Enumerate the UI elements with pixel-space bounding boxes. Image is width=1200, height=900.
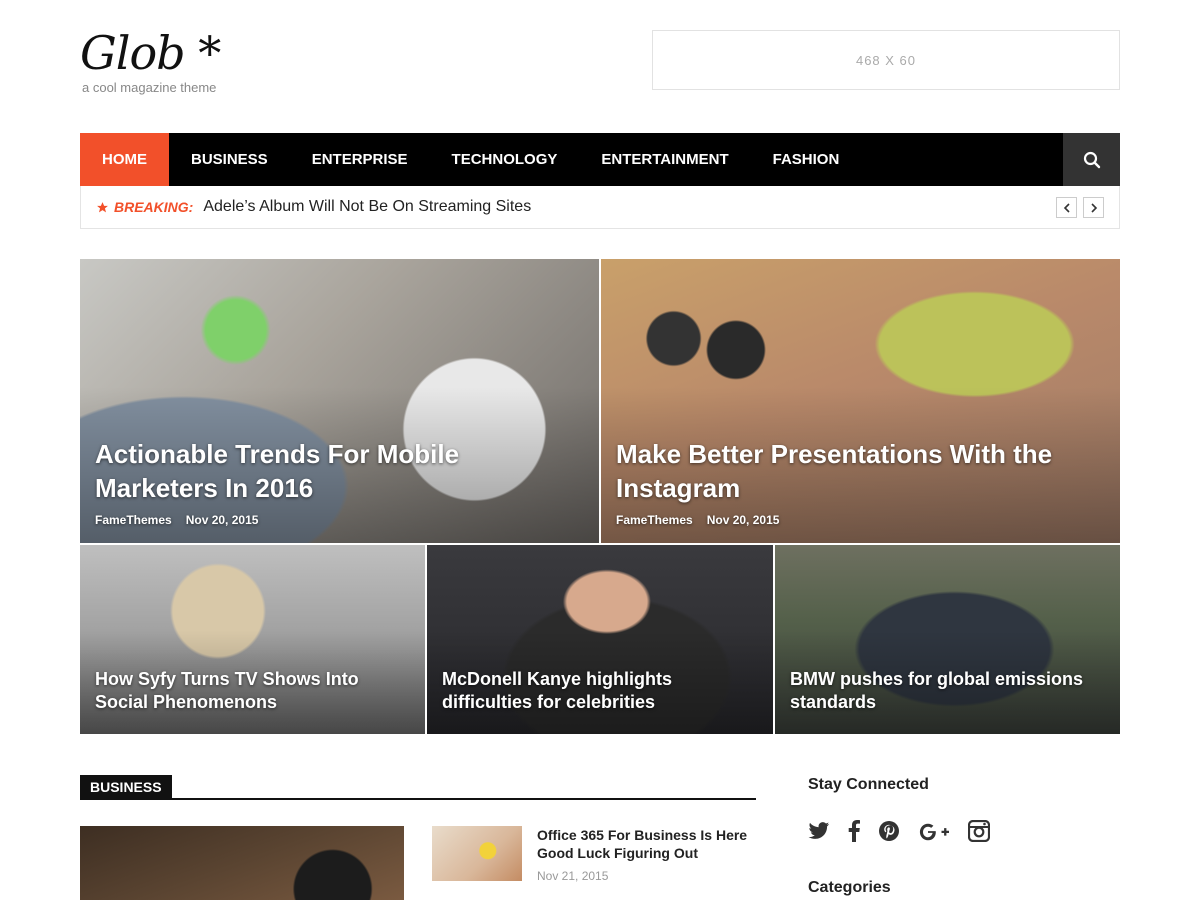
business-item-date: Nov 21, 2015 <box>537 869 609 883</box>
business-item-title[interactable]: Office 365 For Business Is Here Good Luc… <box>537 826 757 862</box>
featured-title[interactable]: BMW pushes for global emissions standard… <box>790 668 1105 714</box>
nav-item-business[interactable]: BUSINESS <box>169 133 290 186</box>
google-plus-icon[interactable] <box>918 818 950 844</box>
featured-title[interactable]: McDonell Kanye highlights difficulties f… <box>442 668 758 714</box>
featured-caption: Actionable Trends For Mobile Marketers I… <box>95 437 584 527</box>
nav-item-technology[interactable]: TECHNOLOGY <box>430 133 580 186</box>
nav-item-fashion[interactable]: FASHION <box>751 133 862 186</box>
search-button[interactable] <box>1063 133 1120 186</box>
breaking-nav <box>1056 197 1104 218</box>
post-date: Nov 20, 2015 <box>706 513 780 527</box>
section-label[interactable]: BUSINESS <box>80 775 172 800</box>
chevron-left-icon <box>1063 202 1070 213</box>
categories-title: Categories <box>808 879 891 896</box>
site-logo[interactable]: Glob * a cool magazine theme <box>80 28 221 95</box>
featured-post-3[interactable]: How Syfy Turns TV Shows Into Social Phen… <box>80 545 425 734</box>
site-title[interactable]: Glob * <box>80 28 221 78</box>
search-icon <box>1083 151 1100 168</box>
featured-post-2[interactable]: Make Better Presentations With the Insta… <box>601 259 1120 543</box>
chevron-right-icon <box>1090 202 1097 213</box>
nav-item-home[interactable]: HOME <box>80 133 169 186</box>
site-tagline: a cool magazine theme <box>82 80 217 95</box>
featured-caption: McDonell Kanye highlights difficulties f… <box>442 668 758 714</box>
instagram-icon[interactable] <box>968 818 990 844</box>
featured-post-5[interactable]: BMW pushes for global emissions standard… <box>775 545 1120 734</box>
post-author[interactable]: FameThemes <box>95 513 172 527</box>
featured-title[interactable]: Actionable Trends For Mobile Marketers I… <box>95 437 584 505</box>
business-section-header: BUSINESS <box>80 775 756 800</box>
breaking-news-bar: BREAKING: Adele’s Album Will Not Be On S… <box>80 186 1120 229</box>
business-item-thumbnail[interactable] <box>432 826 522 881</box>
prev-button[interactable] <box>1056 197 1077 218</box>
featured-caption: Make Better Presentations With the Insta… <box>616 437 1105 527</box>
featured-caption: How Syfy Turns TV Shows Into Social Phen… <box>95 668 410 714</box>
featured-caption: BMW pushes for global emissions standard… <box>790 668 1105 714</box>
next-button[interactable] <box>1083 197 1104 218</box>
breaking-label: BREAKING: <box>96 199 193 215</box>
twitter-icon[interactable] <box>808 818 830 844</box>
post-date: Nov 20, 2015 <box>185 513 259 527</box>
post-meta: FameThemes Nov 20, 2015 <box>616 513 1105 527</box>
star-icon <box>97 201 108 212</box>
social-links <box>808 818 990 844</box>
business-main-image[interactable] <box>80 826 404 900</box>
breaking-headline[interactable]: Adele’s Album Will Not Be On Streaming S… <box>203 198 531 216</box>
ad-banner[interactable]: 468 X 60 <box>652 30 1120 90</box>
nav-item-enterprise[interactable]: ENTERPRISE <box>290 133 430 186</box>
post-author[interactable]: FameThemes <box>616 513 693 527</box>
pinterest-icon[interactable] <box>878 818 900 844</box>
post-meta: FameThemes Nov 20, 2015 <box>95 513 584 527</box>
featured-title[interactable]: How Syfy Turns TV Shows Into Social Phen… <box>95 668 410 714</box>
featured-title[interactable]: Make Better Presentations With the Insta… <box>616 437 1105 505</box>
featured-post-1[interactable]: Actionable Trends For Mobile Marketers I… <box>80 259 599 543</box>
stay-connected-title: Stay Connected <box>808 776 929 793</box>
nav-item-entertainment[interactable]: ENTERTAINMENT <box>579 133 750 186</box>
main-nav: HOME BUSINESS ENTERPRISE TECHNOLOGY ENTE… <box>80 133 1120 186</box>
featured-post-4[interactable]: McDonell Kanye highlights difficulties f… <box>427 545 773 734</box>
breaking-label-text: BREAKING: <box>114 199 194 215</box>
facebook-icon[interactable] <box>848 818 860 844</box>
